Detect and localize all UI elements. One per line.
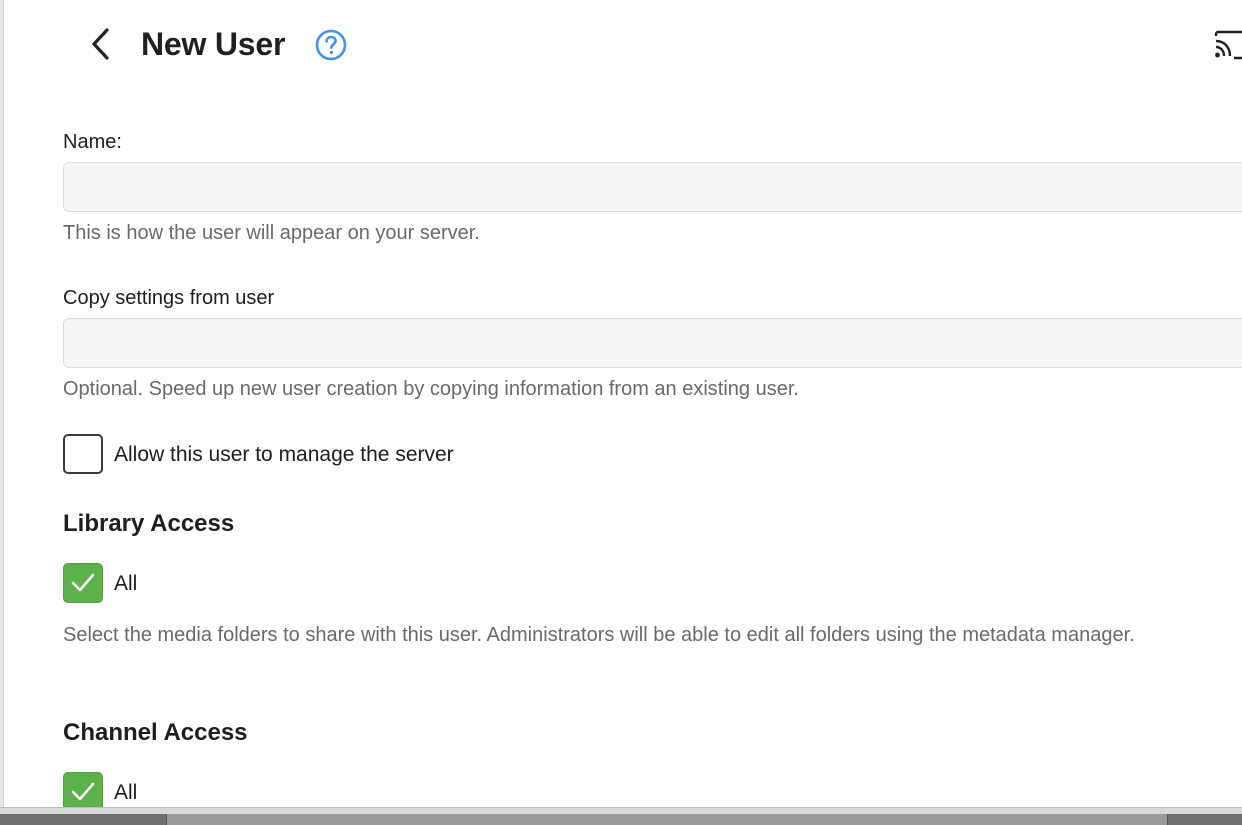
help-button[interactable] (313, 27, 349, 63)
cast-button[interactable] (1212, 30, 1242, 60)
channel-all-label[interactable]: All (114, 780, 137, 806)
checkmark-icon (71, 782, 95, 801)
page-title: New User (141, 26, 286, 62)
library-access-heading: Library Access (63, 510, 235, 537)
name-label: Name: (63, 131, 122, 153)
library-access-description: Select the media folders to share with t… (63, 624, 1135, 646)
library-all-label[interactable]: All (114, 571, 137, 597)
copy-settings-input[interactable] (63, 318, 1242, 368)
library-all-checkbox[interactable] (63, 563, 103, 603)
channel-all-checkbox[interactable] (63, 772, 103, 812)
name-input[interactable] (63, 162, 1242, 212)
name-description: This is how the user will appear on your… (63, 222, 480, 244)
left-border (0, 0, 4, 808)
copy-settings-label: Copy settings from user (63, 287, 275, 309)
scrollbar-thumb[interactable] (166, 814, 1168, 825)
manage-server-checkbox[interactable] (63, 434, 103, 474)
page-header: New User (0, 0, 1242, 90)
checkmark-icon (71, 573, 95, 592)
channel-access-heading: Channel Access (63, 719, 248, 746)
copy-settings-description: Optional. Speed up new user creation by … (63, 378, 799, 400)
new-user-page: New User Name: This is how the user will… (0, 0, 1242, 825)
manage-server-label[interactable]: Allow this user to manage the server (114, 442, 454, 468)
chevron-left-icon (92, 28, 109, 60)
cast-icon (1214, 30, 1242, 60)
help-circle-icon (315, 29, 347, 61)
back-button[interactable] (78, 22, 122, 66)
